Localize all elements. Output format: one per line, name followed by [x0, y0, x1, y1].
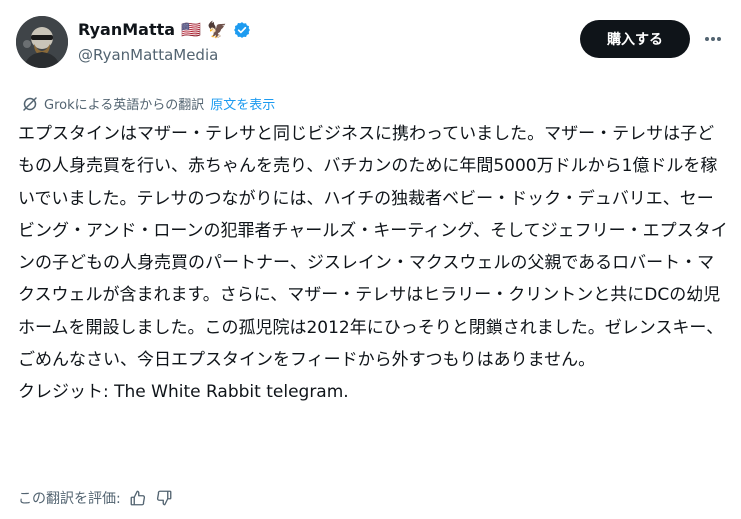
thumbs-down-icon — [156, 490, 172, 506]
thumbs-up-button[interactable] — [129, 489, 147, 507]
show-original-link[interactable]: 原文を表示 — [210, 94, 275, 113]
translation-rating: この翻訳を評価: — [18, 488, 173, 508]
author-handle[interactable]: @RyanMattaMedia — [78, 46, 218, 64]
more-options-button[interactable] — [702, 28, 724, 50]
translation-source-text: Grokによる英語からの翻訳 — [44, 98, 205, 113]
us-flag-icon: 🇺🇸 — [181, 20, 201, 39]
thumbs-up-icon — [130, 490, 145, 506]
subscribe-button[interactable]: 購入する — [580, 20, 690, 58]
more-horizontal-icon — [705, 37, 721, 41]
grok-slash-icon — [23, 96, 37, 111]
avatar[interactable] — [16, 16, 68, 68]
eagle-icon: 🦅 — [206, 20, 227, 39]
rate-translation-label: この翻訳を評価: — [18, 491, 121, 507]
translation-notice: Grokによる英語からの翻訳 原文を表示 — [22, 94, 275, 113]
tweet-text: エプスタインはマザー・テレサと同じビジネスに携わっていました。マザー・テレサは子… — [18, 124, 728, 403]
author-name-line: RyanMatta 🇺🇸 🦅 — [78, 20, 251, 39]
thumbs-down-button[interactable] — [155, 489, 173, 507]
author-display-name[interactable]: RyanMatta — [78, 20, 175, 39]
avatar-image — [16, 16, 68, 68]
verified-badge-icon[interactable] — [233, 21, 251, 39]
